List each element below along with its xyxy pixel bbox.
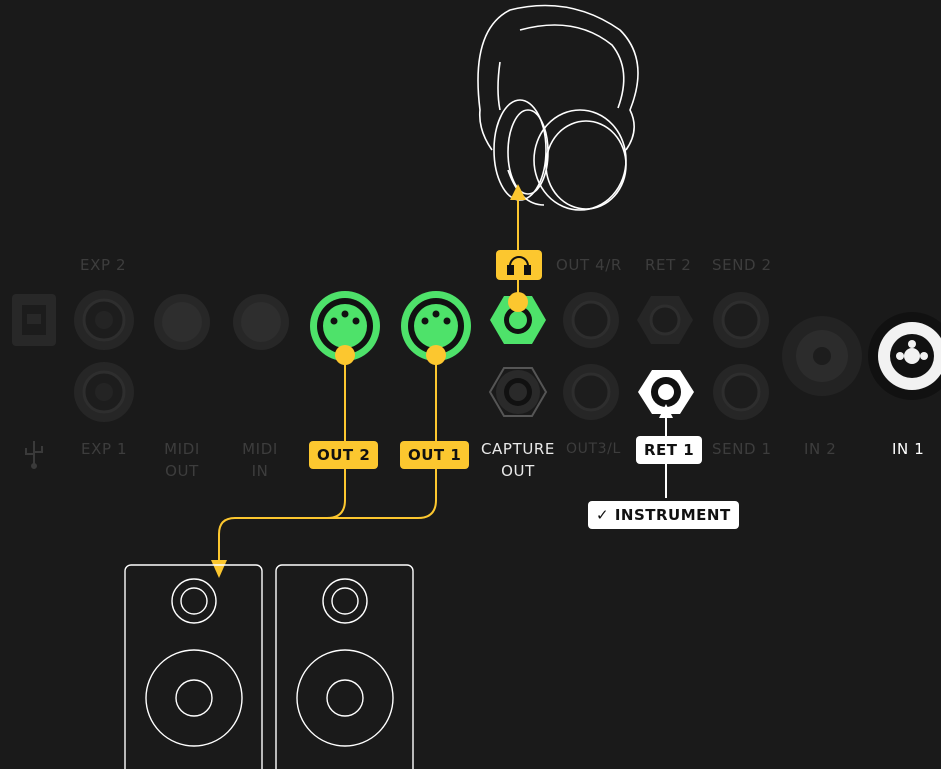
badge-out1: OUT 1 [400, 441, 470, 469]
badge-instrument-label: INSTRUMENT [614, 506, 731, 524]
label-capture-out-line2: OUT [501, 462, 535, 480]
arrow-to-headphones [510, 184, 526, 200]
label-in2: IN 2 [804, 440, 837, 458]
label-send1: SEND 1 [712, 440, 772, 458]
headphone-badge [496, 250, 542, 280]
capture-out-jack [488, 367, 548, 417]
label-out3l: OUT3/L [566, 441, 621, 457]
label-in1: IN 1 [892, 440, 925, 458]
label-exp1: EXP 1 [81, 440, 128, 458]
midi-in-port [233, 294, 289, 350]
label-midi-in-line1: MIDI [242, 440, 278, 458]
out4r-jack [563, 292, 619, 348]
speaker-right [275, 564, 414, 769]
arrow-to-speaker [211, 560, 227, 578]
speaker-left [124, 564, 263, 769]
exp2-jack [74, 290, 134, 350]
headphones-icon [477, 4, 639, 211]
send1-jack [713, 364, 769, 420]
label-send2: SEND 2 [712, 256, 772, 274]
label-exp2: EXP 2 [80, 256, 127, 274]
label-midi-in-line2: IN [251, 462, 269, 480]
out2-dot [335, 345, 355, 365]
usb-port [12, 294, 56, 346]
badge-ret1: RET 1 [636, 436, 703, 464]
headphone-dot [508, 292, 528, 312]
connection-diagram [12, 4, 941, 769]
label-ret2: RET 2 [645, 256, 692, 274]
out1-dot [426, 345, 446, 365]
badge-out2: OUT 2 [309, 441, 379, 469]
ret2-jack [637, 296, 693, 344]
badge-instrument: ✓ INSTRUMENT [588, 501, 739, 529]
label-capture-out-line1: CAPTURE [480, 440, 556, 458]
label-out4r: OUT 4/R [556, 256, 622, 274]
usb-icon [25, 441, 43, 469]
send2-jack [713, 292, 769, 348]
label-midi-out-line2: OUT [165, 462, 199, 480]
checkmark-icon: ✓ [596, 506, 610, 524]
in1-combo-jack [868, 312, 941, 400]
midi-out-port [154, 294, 210, 350]
yellow-cables [218, 200, 519, 560]
label-midi-out-line1: MIDI [164, 440, 200, 458]
in2-combo-jack [782, 316, 862, 396]
out3l-jack [563, 364, 619, 420]
exp1-jack [74, 362, 134, 422]
